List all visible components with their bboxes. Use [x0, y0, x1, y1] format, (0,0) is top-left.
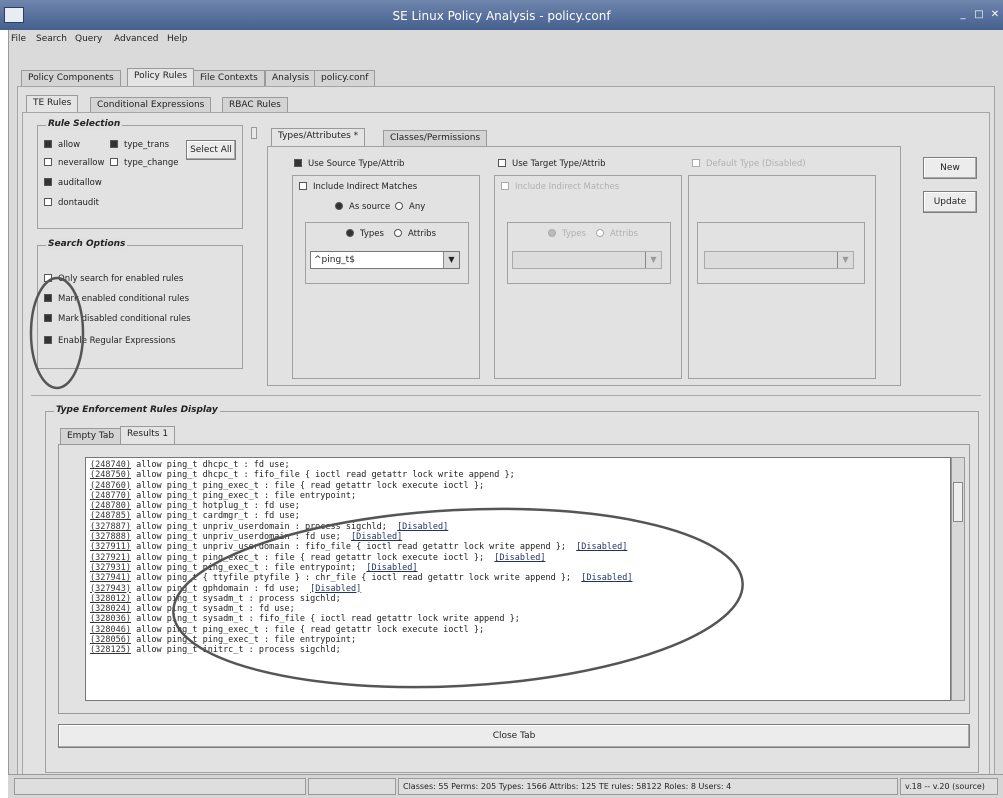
policy-rules-panel: TE Rules Conditional Expressions RBAC Ru… — [17, 86, 995, 786]
window-title: SE Linux Policy Analysis - policy.conf — [392, 9, 611, 23]
annotation-circle-disabled-rules — [172, 507, 744, 689]
tab-rbac-rules[interactable]: RBAC Rules — [222, 97, 288, 113]
main-window: File Search Query Advanced Help Policy C… — [8, 30, 1003, 798]
policy-stats: Classes: 55 Perms: 205 Types: 1566 Attri… — [398, 778, 898, 795]
tab-te-rules[interactable]: TE Rules — [26, 95, 79, 112]
menu-bar: File Search Query Advanced Help — [9, 30, 1003, 50]
menu-query[interactable]: Query — [75, 34, 102, 44]
tab-policy-rules[interactable]: Policy Rules — [127, 68, 195, 86]
tab-policy-components[interactable]: Policy Components — [21, 70, 121, 86]
maximize-icon[interactable]: □ — [972, 8, 986, 22]
minimize-icon[interactable]: _ — [956, 8, 970, 22]
menu-search[interactable]: Search — [36, 34, 67, 44]
status-cell-empty — [14, 778, 306, 795]
status-bar: Classes: 55 Perms: 205 Types: 1566 Attri… — [8, 774, 1003, 798]
title-bar: SE Linux Policy Analysis - policy.conf _… — [0, 0, 1003, 30]
tab-analysis[interactable]: Analysis — [265, 70, 317, 86]
tab-policy-conf[interactable]: policy.conf — [314, 70, 376, 86]
te-rules-panel: Rule Selection allow type_trans neverall… — [22, 112, 990, 780]
tab-file-contexts[interactable]: File Contexts — [193, 70, 265, 86]
close-icon[interactable]: ✕ — [988, 8, 1002, 22]
status-cell-empty-2 — [308, 778, 396, 795]
menu-help[interactable]: Help — [167, 34, 188, 44]
menu-file[interactable]: File — [11, 34, 26, 44]
annotation-circle-options — [29, 276, 85, 390]
policy-version: v.18 -- v.20 (source) — [900, 778, 998, 795]
tab-conditional-expressions[interactable]: Conditional Expressions — [90, 97, 212, 113]
menu-advanced[interactable]: Advanced — [114, 34, 158, 44]
annotation-overlay — [29, 276, 744, 689]
